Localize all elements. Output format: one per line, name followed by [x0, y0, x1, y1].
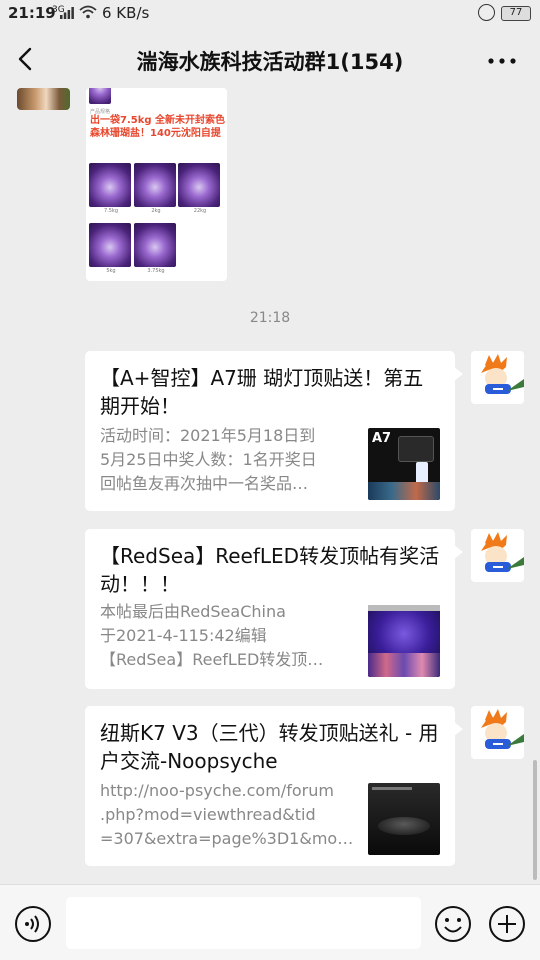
product-caption: 2kg	[151, 208, 161, 214]
link-card[interactable]: 【RedSea】ReefLED转发顶帖有奖活动！！！ 本帖最后由RedSeaCh…	[85, 529, 463, 689]
rotation-lock-icon	[478, 4, 495, 21]
thumbnail-label: A7	[372, 431, 392, 446]
title-bar: 湍海水族科技活动群1(154)	[0, 30, 540, 88]
product-image	[89, 88, 111, 104]
product-image	[134, 163, 176, 207]
signal-icon	[60, 7, 74, 19]
network-speed: 6 KB/s	[102, 4, 150, 22]
message-input[interactable]	[66, 897, 421, 949]
product-image	[178, 163, 220, 207]
avatar[interactable]	[471, 351, 524, 404]
page-title: 湍海水族科技活动群1(154)	[136, 50, 404, 74]
battery-indicator: 77	[501, 6, 531, 21]
product-image	[134, 223, 176, 267]
more-dots-icon[interactable]	[488, 58, 516, 64]
link-card-description: http://noo-psyche.com/forum .php?mod=vie…	[100, 781, 354, 848]
link-card-thumbnail: A7	[368, 428, 440, 500]
chat-area[interactable]: 产品规格 出一袋7.5kg 全新未开封索色森林珊瑚盐！140元沈阳自提 7.5k…	[0, 88, 540, 883]
link-card[interactable]: 【A+智控】A7珊 瑚灯顶贴送！第五期开始！ 活动时间：2021年5月18日到 …	[85, 351, 463, 511]
wifi-icon	[79, 5, 97, 19]
link-card-title: 【A+智控】A7珊 瑚灯顶贴送！第五期开始！	[100, 366, 424, 418]
link-card-description: 活动时间：2021年5月18日到 5月25日中奖人数：1名开奖日 回帖鱼友再次抽…	[100, 426, 317, 493]
emoji-icon[interactable]	[434, 905, 472, 943]
link-card-description: 本帖最后由RedSeaChina 于2021-4-115:42编辑 【RedSe…	[100, 602, 324, 669]
link-card-thumbnail	[368, 783, 440, 855]
avatar[interactable]	[17, 88, 70, 110]
product-caption: 5kg	[106, 268, 116, 274]
link-card-thumbnail	[368, 605, 440, 677]
image-promo-text: 出一袋7.5kg 全新未开封索色森林珊瑚盐！140元沈阳自提	[90, 115, 226, 139]
scrollbar[interactable]	[533, 760, 537, 880]
voice-icon[interactable]	[14, 905, 52, 943]
avatar[interactable]	[471, 706, 524, 759]
plus-icon[interactable]	[488, 905, 526, 943]
message-timestamp: 21:18	[249, 310, 291, 326]
product-caption: 3.75kg	[147, 268, 165, 274]
avatar[interactable]	[471, 529, 524, 582]
product-caption: 7.5kg	[103, 208, 119, 214]
input-bar	[0, 884, 540, 960]
link-card-title: 【RedSea】ReefLED转发顶帖有奖活动！！！	[100, 544, 440, 596]
product-caption: 22kg	[193, 208, 207, 214]
status-time: 21:19	[8, 4, 56, 22]
link-card-title: 纽斯K7 V3（三代）转发顶贴送礼 - 用户交流-Noopsyche	[100, 721, 439, 773]
status-bar: 21:19 3G 6 KB/s 77	[0, 0, 540, 30]
image-message[interactable]: 产品规格 出一袋7.5kg 全新未开封索色森林珊瑚盐！140元沈阳自提 7.5k…	[86, 88, 227, 281]
product-image	[89, 163, 131, 207]
product-image	[89, 223, 131, 267]
link-card[interactable]: 纽斯K7 V3（三代）转发顶贴送礼 - 用户交流-Noopsyche http:…	[85, 706, 463, 866]
